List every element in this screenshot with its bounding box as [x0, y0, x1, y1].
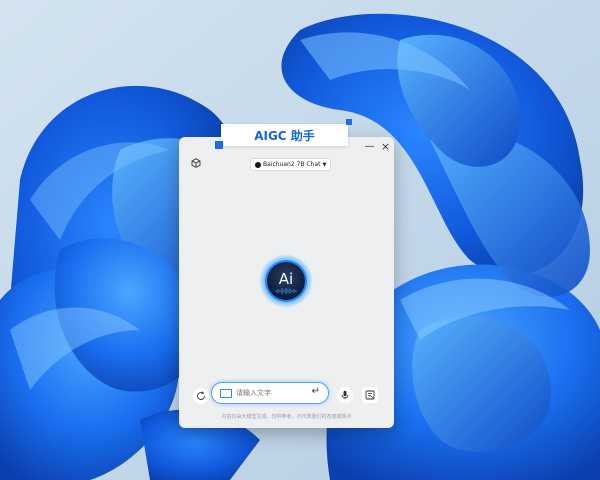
window-title-tab: AIGC 助手 — [221, 124, 348, 146]
keyboard-icon — [220, 388, 232, 398]
model-select[interactable]: Baichuan2 7B Chat ▼ — [250, 158, 332, 171]
document-icon — [365, 390, 375, 400]
ai-logo-text: Ai — [279, 270, 293, 288]
assistant-panel: — × Baichuan2 7B Chat ▼ Ai 请输入文字 ↵ 内容均由大… — [179, 137, 394, 428]
model-logo-icon — [255, 161, 261, 168]
model-select-value: Baichuan2 7B Chat — [263, 161, 321, 168]
title-accent-square-left — [215, 141, 223, 149]
plugin-button[interactable] — [189, 156, 203, 170]
voice-input-button[interactable] — [337, 387, 353, 403]
minimize-icon: — — [364, 141, 375, 152]
refresh-button[interactable] — [193, 388, 209, 404]
ai-logo: Ai — [259, 254, 313, 308]
close-button[interactable]: × — [379, 140, 392, 153]
message-input[interactable] — [236, 389, 306, 397]
cube-icon — [191, 158, 201, 168]
enter-icon[interactable]: ↵ — [312, 386, 320, 397]
microphone-icon — [341, 390, 349, 400]
refresh-icon — [197, 391, 205, 400]
message-input-box[interactable]: ↵ — [211, 382, 329, 404]
close-icon: × — [380, 140, 391, 153]
minimize-button[interactable]: — — [363, 140, 376, 153]
window-title: AIGC 助手 — [254, 128, 315, 143]
ai-disclaimer: 内容均由大模型生成，仅供参考，不代表我们的态度或观点 — [221, 414, 352, 420]
document-button[interactable] — [362, 387, 378, 403]
chevron-down-icon: ▼ — [322, 161, 327, 168]
title-accent-square-right — [346, 119, 352, 125]
